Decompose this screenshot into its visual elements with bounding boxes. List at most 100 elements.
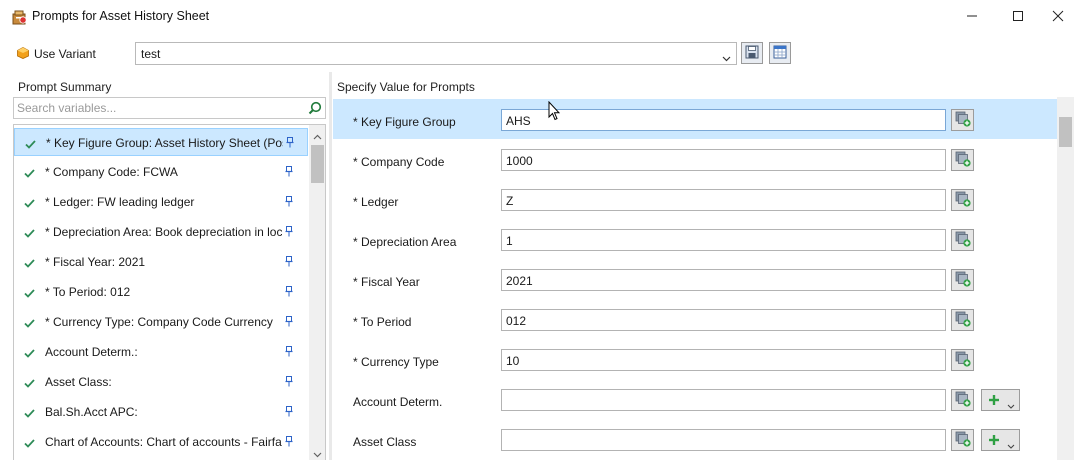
prompt-value-field[interactable] (501, 429, 946, 451)
use-variant-label: Use Variant (34, 47, 96, 61)
variant-dropdown[interactable]: test (135, 42, 737, 65)
prompt-row: * To Period 012 (333, 299, 1057, 339)
prompt-summary-list: * Key Figure Group: Asset History Sheet … (13, 124, 326, 460)
summary-item[interactable]: * Fiscal Year: 2021 (14, 248, 308, 276)
value-help-icon (955, 351, 971, 370)
value-help-icon (955, 311, 971, 330)
panel-splitter[interactable] (329, 72, 332, 460)
value-help-button[interactable] (951, 429, 974, 451)
prompt-value-field[interactable]: 10 (501, 349, 946, 371)
summary-item[interactable]: Account Determ.: (14, 338, 308, 366)
prompt-label: Asset Class (353, 435, 417, 449)
maximize-icon (1012, 10, 1024, 22)
search-input[interactable] (17, 100, 302, 116)
pin-icon[interactable] (285, 316, 293, 330)
prompt-value-field[interactable]: AHS (501, 109, 946, 131)
value-help-icon (955, 391, 971, 410)
save-variant-button[interactable] (741, 42, 763, 64)
specify-values-title: Specify Value for Prompts (337, 80, 475, 94)
prompt-label: * To Period (353, 315, 412, 329)
prompt-row: Account Determ. (333, 379, 1057, 419)
prompt-label: * Ledger (353, 195, 399, 209)
summary-item-label: * Ledger: FW leading ledger (45, 195, 195, 209)
value-help-button[interactable] (951, 229, 974, 251)
value-help-button[interactable] (951, 309, 974, 331)
add-value-button[interactable] (981, 389, 1020, 411)
summary-item[interactable]: * To Period: 012 (14, 278, 308, 306)
value-help-icon (955, 431, 971, 450)
prompt-row: * Ledger Z (333, 179, 1057, 219)
close-button[interactable] (1041, 0, 1074, 32)
check-icon (24, 167, 35, 181)
value-help-button[interactable] (951, 349, 974, 371)
summary-item[interactable]: * Company Code: FCWA (14, 158, 308, 186)
pin-icon[interactable] (285, 346, 293, 360)
search-box[interactable] (13, 97, 326, 119)
summary-item[interactable]: Chart of Accounts: Chart of accounts - F… (14, 428, 308, 456)
prompt-value-field[interactable]: Z (501, 189, 946, 211)
pin-icon[interactable] (285, 226, 293, 240)
add-value-button[interactable] (981, 429, 1020, 451)
summary-item-label: Bal.Sh.Acct APC: (45, 405, 138, 419)
summary-item[interactable]: Asset Class: (14, 368, 308, 396)
prompt-value-field[interactable]: 2021 (501, 269, 946, 291)
maximize-button[interactable] (995, 0, 1041, 32)
prompt-value-field[interactable] (501, 389, 946, 411)
check-icon (24, 437, 35, 451)
summary-item-label: * To Period: 012 (45, 285, 131, 299)
pin-icon[interactable] (286, 137, 294, 151)
manage-variants-button[interactable] (769, 42, 791, 64)
summary-item[interactable]: Bal.Sh.Acct APC: (14, 398, 308, 426)
summary-item[interactable]: * Ledger: FW leading ledger (14, 188, 308, 216)
value-help-button[interactable] (951, 149, 974, 171)
manage-variants-icon (773, 45, 787, 62)
value-help-button[interactable] (951, 389, 974, 411)
value-help-icon (955, 111, 971, 130)
minimize-button[interactable] (949, 0, 995, 32)
prompt-value-text: AHS (506, 114, 531, 128)
prompt-value-text: 1 (506, 234, 513, 248)
scroll-thumb[interactable] (1059, 117, 1072, 147)
summary-item[interactable]: * Depreciation Area: Book depreciation i… (14, 218, 308, 246)
summary-item[interactable]: * Key Figure Group: Asset History Sheet … (14, 128, 308, 156)
pin-icon[interactable] (285, 166, 293, 180)
prompt-value-field[interactable]: 1000 (501, 149, 946, 171)
prompt-label: Account Determ. (353, 395, 443, 409)
summary-item[interactable]: * Currency Type: Company Code Currency (14, 308, 308, 336)
scroll-thumb[interactable] (311, 145, 324, 183)
summary-item-label: * Key Figure Group: Asset History Sheet … (46, 136, 283, 150)
value-help-button[interactable] (951, 269, 974, 291)
pin-icon[interactable] (285, 376, 293, 390)
value-help-button[interactable] (951, 189, 974, 211)
title-bar: Prompts for Asset History Sheet (0, 0, 1074, 34)
value-help-icon (955, 191, 971, 210)
pin-icon[interactable] (285, 256, 293, 270)
prompt-value-text: 2021 (506, 274, 533, 288)
pin-icon[interactable] (285, 196, 293, 210)
scroll-down-icon[interactable] (313, 447, 322, 460)
pin-icon[interactable] (285, 436, 293, 450)
scroll-up-icon[interactable] (313, 129, 322, 143)
prompt-row: * Key Figure Group AHS (333, 99, 1057, 139)
plus-icon (988, 434, 1000, 449)
plus-icon (988, 394, 1000, 409)
prompt-value-text: 10 (506, 354, 520, 368)
summary-item-label: Account Determ.: (45, 345, 138, 359)
asset-history-icon (10, 8, 28, 26)
mouse-cursor-icon (548, 100, 561, 124)
prompt-value-field[interactable]: 012 (501, 309, 946, 331)
prompt-values-panel: * Key Figure Group AHS * Company Code 1000 *… (333, 97, 1074, 460)
search-icon[interactable] (308, 101, 322, 118)
prompt-value-field[interactable]: 1 (501, 229, 946, 251)
pin-icon[interactable] (285, 406, 293, 420)
check-icon (24, 197, 35, 211)
prompt-row: * Depreciation Area 1 (333, 219, 1057, 259)
check-icon (24, 407, 35, 421)
prompt-value-text: 012 (506, 314, 527, 328)
save-variant-icon (745, 45, 759, 62)
summary-scrollbar[interactable] (309, 125, 325, 460)
pin-icon[interactable] (285, 286, 293, 300)
value-help-button[interactable] (951, 109, 974, 131)
summary-item-label: * Currency Type: Company Code Currency (45, 315, 273, 329)
values-scrollbar[interactable] (1057, 97, 1074, 460)
